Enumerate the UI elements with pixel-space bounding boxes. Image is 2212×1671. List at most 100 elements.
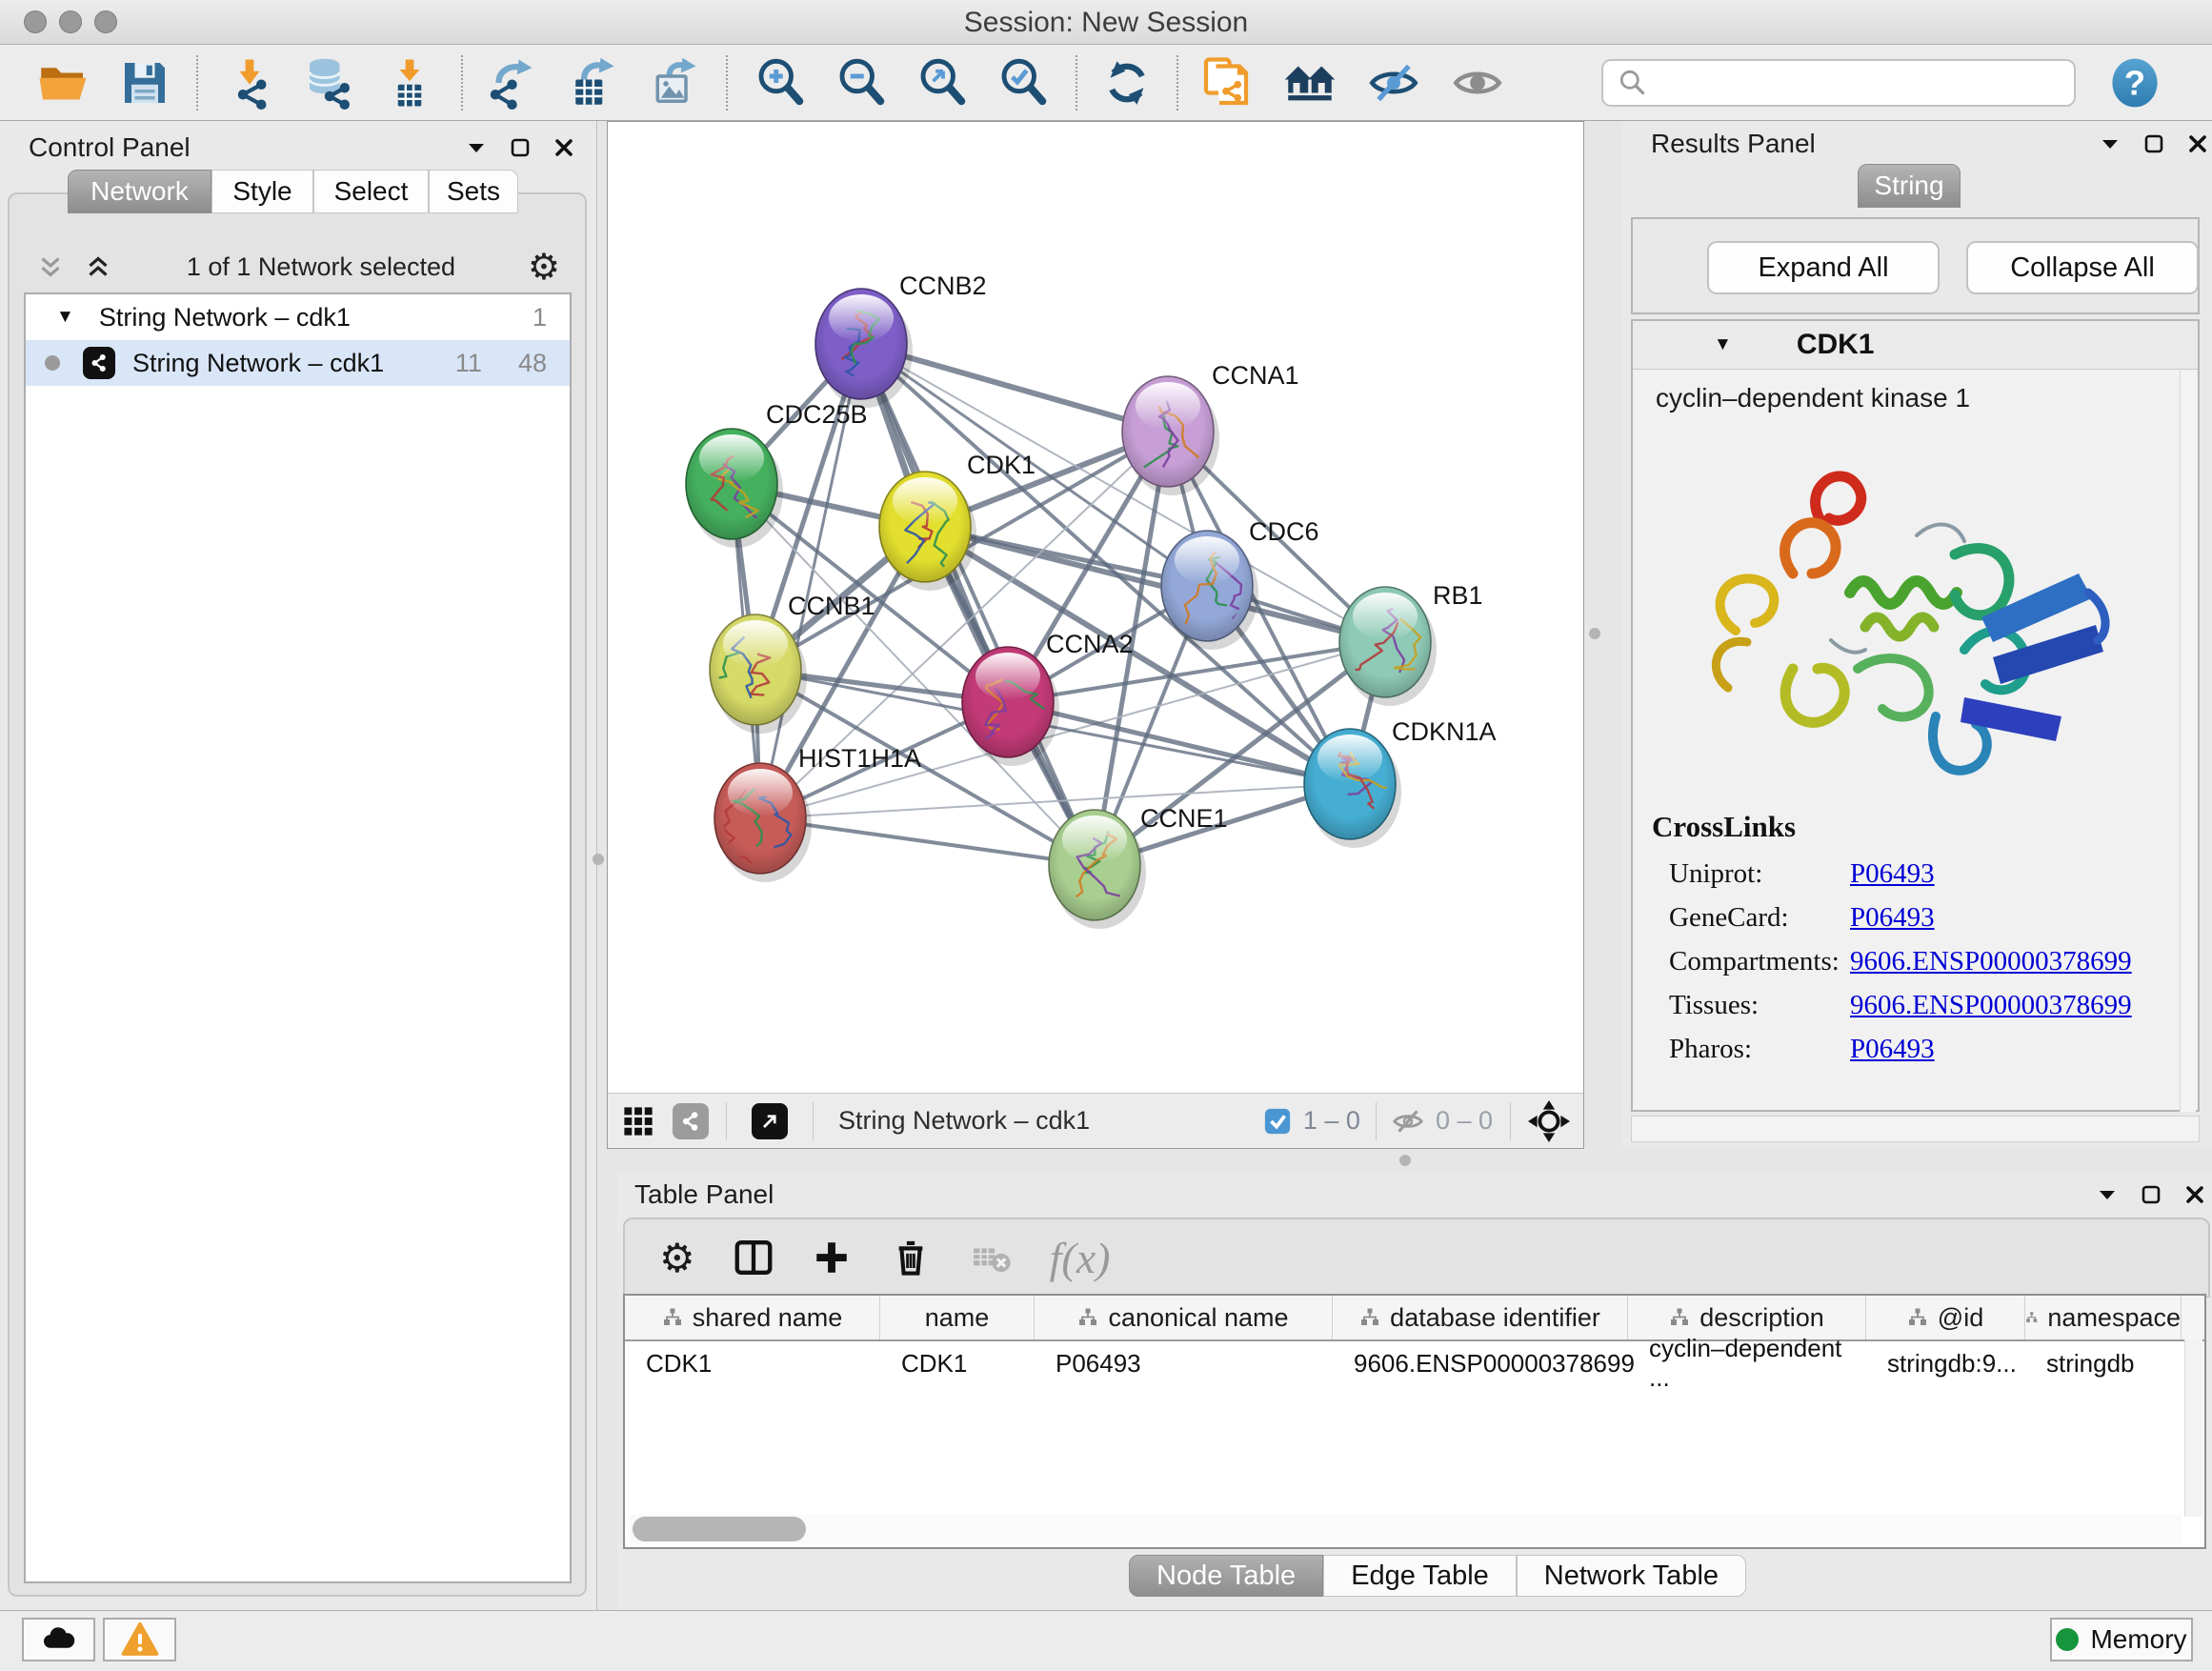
home-button[interactable]	[1281, 54, 1338, 111]
panel-close-icon[interactable]	[2183, 1183, 2206, 1206]
expand-all-button[interactable]: Expand All	[1707, 241, 1940, 294]
help-button[interactable]: ?	[2106, 54, 2163, 111]
refresh-view-button[interactable]	[1098, 54, 1156, 111]
network-list-controls: 1 of 1 Network selected ⚙	[34, 248, 560, 286]
network-node-CCNB2[interactable]: CCNB2	[815, 272, 987, 408]
network-node-CCNE1[interactable]: CCNE1	[1049, 804, 1228, 929]
open-session-button[interactable]	[34, 54, 91, 111]
tab-node-table[interactable]: Node Table	[1129, 1555, 1323, 1597]
collapse-all-button[interactable]: Collapse All	[1966, 241, 2199, 294]
scrollbar-thumb[interactable]	[633, 1517, 806, 1541]
warning-status-button[interactable]	[103, 1618, 176, 1661]
tab-network-table[interactable]: Network Table	[1517, 1555, 1746, 1597]
search-input[interactable]	[1657, 64, 2074, 102]
table-options-gear-icon[interactable]: ⚙	[659, 1235, 695, 1281]
crosslink-value-link[interactable]: P06493	[1850, 1034, 1935, 1065]
hidden-eye-icon	[1390, 1103, 1426, 1139]
zoom-out-button[interactable]	[834, 54, 891, 111]
import-table-file-button[interactable]	[381, 54, 438, 111]
column-header-namespace[interactable]: namespace	[2025, 1296, 2182, 1339]
new-network-from-selection-button[interactable]	[1197, 54, 1255, 111]
fit-selection-crosshair-icon[interactable]	[1528, 1100, 1570, 1142]
tab-network[interactable]: Network	[68, 170, 211, 213]
function-builder-icon[interactable]: f(x)	[1050, 1233, 1111, 1283]
table-cell[interactable]: CDK1	[625, 1341, 880, 1385]
toolbar-search-field[interactable]	[1601, 59, 2076, 107]
export-image-button[interactable]	[644, 54, 701, 111]
network-collection-row[interactable]: ▼ String Network – cdk1 1	[26, 294, 570, 340]
table-cell[interactable]: CDK1	[880, 1341, 1035, 1385]
panel-menu-icon[interactable]	[2099, 132, 2122, 155]
tab-edge-table[interactable]: Edge Table	[1323, 1555, 1517, 1597]
selected-checkbox-icon[interactable]	[1263, 1107, 1292, 1136]
crosslink-value-link[interactable]: 9606.ENSP00000378699	[1850, 990, 2132, 1021]
panel-close-icon[interactable]	[2186, 132, 2209, 155]
horizontal-splitter-handle[interactable]	[1399, 1155, 1411, 1166]
import-table-icon	[383, 56, 436, 110]
network-node-CDKN1A[interactable]: CDKN1A	[1304, 717, 1497, 848]
network-list-options-gear-icon[interactable]: ⚙	[528, 251, 560, 283]
tab-style[interactable]: Style	[211, 170, 313, 213]
panel-float-icon[interactable]	[2140, 1183, 2162, 1206]
export-network-button[interactable]	[480, 54, 537, 111]
network-node-CDC25B[interactable]: CDC25B	[686, 400, 868, 548]
save-session-button[interactable]	[116, 54, 173, 111]
column-header-canonical-name[interactable]: canonical name	[1035, 1296, 1333, 1339]
show-all-button[interactable]	[1449, 54, 1506, 111]
table-cell[interactable]: stringdb:9...	[1866, 1341, 2025, 1385]
table-cell[interactable]: P06493	[1035, 1341, 1333, 1385]
column-header-name[interactable]: name	[880, 1296, 1035, 1339]
table-cell[interactable]: cyclin–dependent ...	[1628, 1341, 1866, 1385]
results-horizontal-scrollbar[interactable]	[1631, 1116, 2200, 1142]
zoom-selected-button[interactable]	[995, 54, 1053, 111]
node-section-header[interactable]: ▼ CDK1	[1633, 321, 2198, 370]
table-cell[interactable]: 9606.ENSP00000378699	[1333, 1341, 1628, 1385]
zoom-fit-button[interactable]	[915, 54, 972, 111]
section-disclosure-icon[interactable]: ▼	[1714, 334, 1732, 355]
collapse-all-icon[interactable]	[34, 251, 67, 283]
string-network-icon	[83, 347, 115, 379]
export-table-button[interactable]	[562, 54, 619, 111]
import-network-file-button[interactable]	[221, 54, 278, 111]
delete-table-icon[interactable]	[970, 1237, 1012, 1278]
memory-button[interactable]: Memory	[2050, 1618, 2193, 1661]
crosslink-value-link[interactable]: 9606.ENSP00000378699	[1850, 946, 2132, 977]
zoom-in-button[interactable]	[753, 54, 810, 111]
hide-selected-button[interactable]	[1365, 54, 1422, 111]
network-canvas[interactable]: CCNB2CCNA1CDC25BCDK1CDC6RB1CCNB1CCNA2CDK…	[608, 122, 1583, 1094]
panel-float-icon[interactable]	[509, 136, 532, 159]
table-vertical-scrollbar[interactable]	[2184, 1339, 2202, 1517]
grid-view-icon[interactable]	[621, 1104, 655, 1138]
panel-menu-icon[interactable]	[465, 136, 488, 159]
results-vertical-scrollbar[interactable]	[2180, 371, 2196, 1112]
collection-disclosure-icon[interactable]: ▼	[56, 307, 74, 328]
import-network-database-button[interactable]	[301, 54, 358, 111]
tab-select[interactable]: Select	[313, 170, 429, 213]
tab-sets[interactable]: Sets	[429, 170, 518, 213]
table-row[interactable]: CDK1CDK1P064939606.ENSP00000378699cyclin…	[625, 1341, 2204, 1385]
panel-close-icon[interactable]	[553, 136, 575, 159]
network-node-RB1[interactable]: RB1	[1339, 581, 1483, 706]
column-header-database-identifier[interactable]: database identifier	[1333, 1296, 1628, 1339]
column-header-shared-name[interactable]: shared name	[625, 1296, 880, 1339]
tab-string[interactable]: String	[1858, 164, 1961, 208]
expand-all-icon[interactable]	[82, 251, 114, 283]
network-thumbnail-icon[interactable]	[673, 1103, 709, 1139]
delete-column-icon[interactable]	[890, 1237, 932, 1278]
network-row-selected[interactable]: String Network – cdk1 11 48	[26, 340, 570, 386]
left-splitter-handle[interactable]	[593, 854, 604, 865]
column-header--id[interactable]: @id	[1866, 1296, 2025, 1339]
cloud-status-button[interactable]	[22, 1618, 95, 1661]
table-cell[interactable]: stringdb	[2025, 1341, 2182, 1385]
add-column-icon[interactable]	[812, 1238, 852, 1278]
network-node-HIST1H1A[interactable]: HIST1H1A	[714, 744, 921, 882]
panel-float-icon[interactable]	[2142, 132, 2165, 155]
show-columns-icon[interactable]	[732, 1236, 775, 1279]
panel-menu-icon[interactable]	[2096, 1183, 2119, 1206]
table-horizontal-scrollbar[interactable]	[629, 1515, 2182, 1543]
detach-view-button[interactable]	[752, 1103, 788, 1139]
crosslink-value-link[interactable]: P06493	[1850, 902, 1935, 934]
network-node-CDC6[interactable]: CDC6	[1161, 517, 1319, 650]
right-splitter-handle[interactable]	[1589, 628, 1600, 639]
crosslink-value-link[interactable]: P06493	[1850, 858, 1935, 890]
